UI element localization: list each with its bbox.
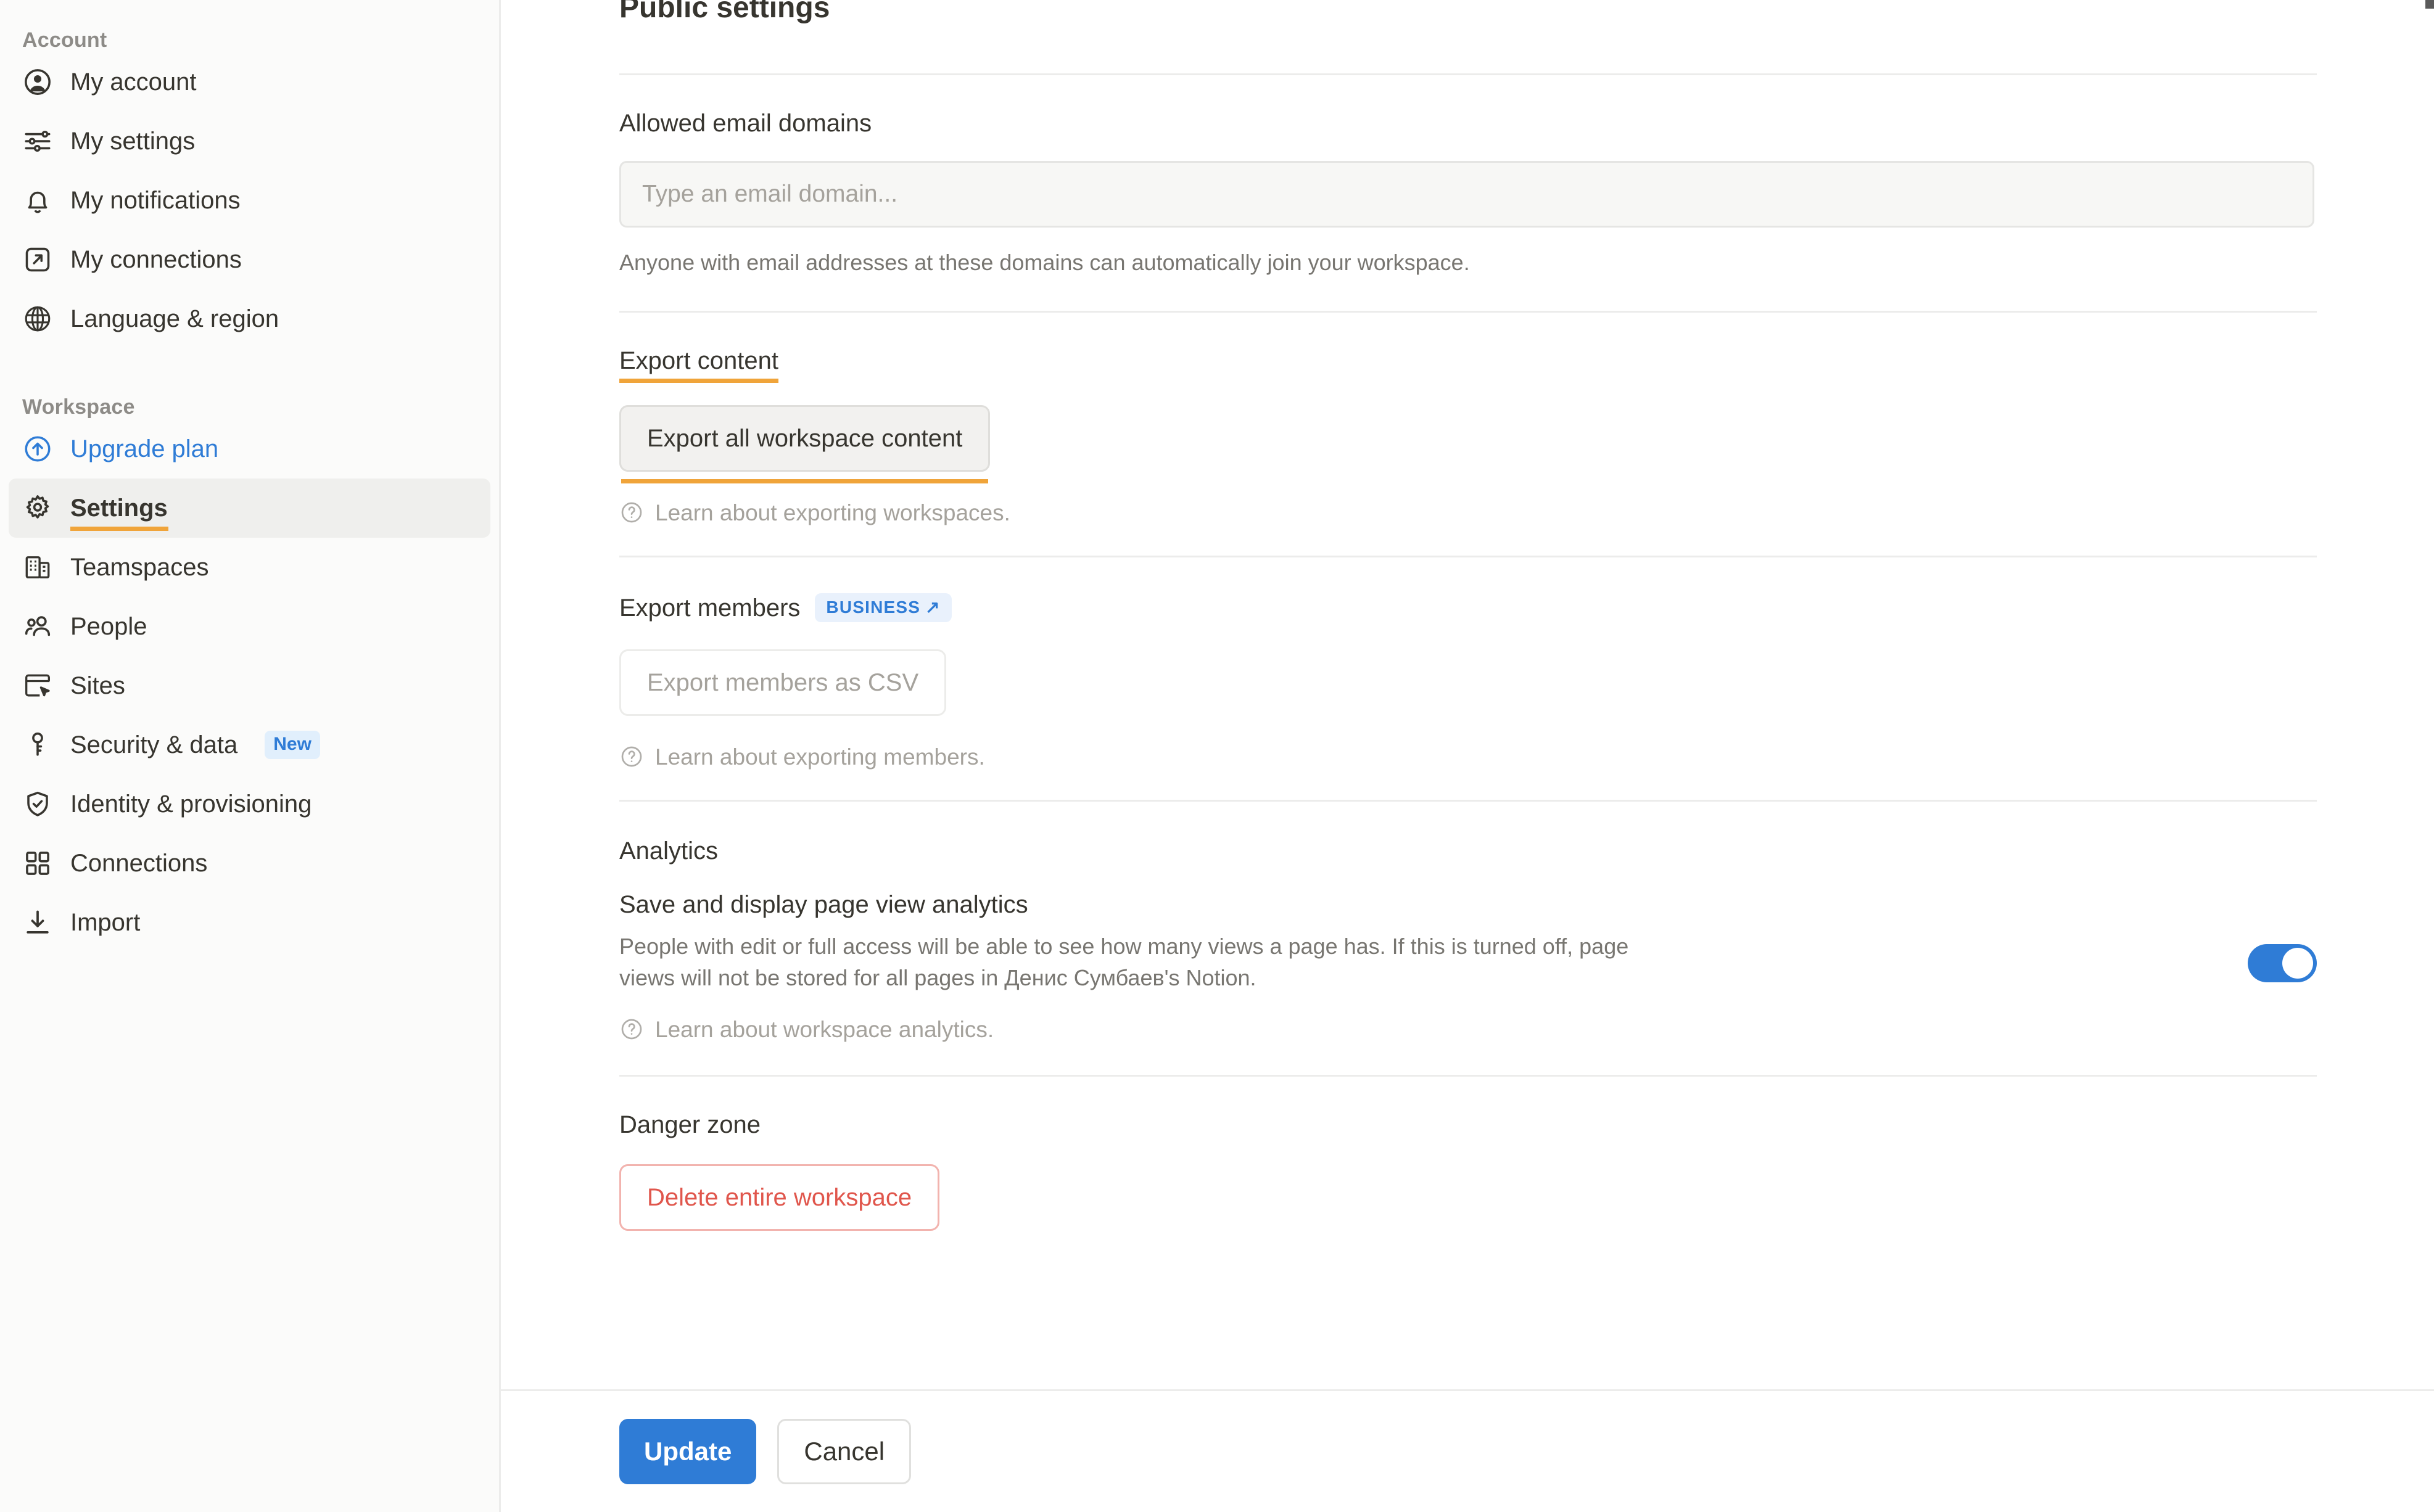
sidebar: Account My account My settings My notifi…: [0, 0, 501, 1512]
page-title: Public settings: [619, 0, 830, 24]
sidebar-item-sites[interactable]: Sites: [9, 656, 490, 715]
export-all-workspace-content-button[interactable]: Export all workspace content: [619, 405, 991, 484]
gear-icon: [21, 491, 54, 525]
action-footer: Update Cancel: [501, 1389, 2434, 1512]
sidebar-item-connections[interactable]: Connections: [9, 834, 490, 893]
browser-cursor-icon: [21, 669, 54, 702]
sidebar-item-label: People: [70, 613, 147, 640]
sidebar-item-label: Upgrade plan: [70, 435, 219, 462]
sidebar-group-label-workspace: Workspace: [22, 395, 135, 419]
toggle-knob: [2282, 948, 2313, 979]
sidebar-item-label: Sites: [70, 672, 125, 699]
update-button[interactable]: Update: [619, 1419, 757, 1484]
arrow-up-right-icon: ↗: [925, 598, 941, 617]
sidebar-item-label: My connections: [70, 246, 242, 273]
section-export-members: Export members BUSINESS ↗ Export members…: [619, 557, 2317, 769]
sidebar-item-people[interactable]: People: [9, 597, 490, 656]
sidebar-item-identity-provisioning[interactable]: Identity & provisioning: [9, 774, 490, 834]
sidebar-item-label: My notifications: [70, 187, 241, 214]
sidebar-item-label: My account: [70, 68, 197, 96]
export-members-as-csv-button[interactable]: Export members as CSV: [619, 649, 947, 717]
email-domain-input[interactable]: Type an email domain...: [619, 160, 2314, 228]
export-content-label: Export content: [619, 347, 778, 384]
sidebar-item-my-notifications[interactable]: My notifications: [9, 171, 490, 230]
analytics-label: Analytics: [619, 837, 719, 865]
external-link-box-icon: [21, 243, 54, 276]
analytics-toggle-title: Save and display page view analytics: [619, 891, 1028, 919]
email-domain-placeholder: Type an email domain...: [642, 180, 898, 207]
settings-page: Account My account My settings My notifi…: [0, 0, 2434, 1512]
building-icon: [21, 551, 54, 584]
download-arrow-icon: [21, 906, 54, 939]
learn-about-exporting-workspaces-link[interactable]: Learn about exporting workspaces.: [619, 500, 2317, 525]
user-circle-icon: [21, 65, 54, 99]
analytics-toggle-switch[interactable]: [2248, 944, 2317, 983]
globe-icon: [21, 302, 54, 335]
status-badge-new: New: [265, 731, 320, 759]
sidebar-item-my-settings[interactable]: My settings: [9, 112, 490, 171]
shield-check-icon: [21, 787, 54, 821]
section-danger-zone: Danger zone Delete entire workspace: [619, 1077, 2317, 1231]
allowed-domains-label: Allowed email domains: [619, 109, 872, 137]
sidebar-item-label: Language & region: [70, 305, 279, 332]
section-export-content: Export content Export all workspace cont…: [619, 313, 2317, 525]
sidebar-item-my-account[interactable]: My account: [9, 52, 490, 112]
export-members-header: Export members BUSINESS ↗: [619, 593, 2317, 623]
sidebar-item-settings[interactable]: Settings: [9, 479, 490, 538]
sidebar-item-upgrade-plan[interactable]: Upgrade plan: [9, 419, 490, 479]
cursor-artifact: [2425, 0, 2434, 9]
main-content: Public settings Allowed email domains Ty…: [501, 0, 2434, 1512]
allowed-domains-helper: Anyone with email addresses at these dom…: [619, 249, 1470, 275]
sidebar-item-label: Teamspaces: [70, 554, 209, 581]
sidebar-item-teamspaces[interactable]: Teamspaces: [9, 538, 490, 597]
question-circle-icon: [619, 500, 644, 525]
business-plan-badge-text: BUSINESS: [826, 598, 921, 617]
learn-about-exporting-members-link[interactable]: Learn about exporting members.: [619, 744, 2317, 769]
delete-entire-workspace-button[interactable]: Delete entire workspace: [619, 1164, 940, 1231]
section-analytics: Analytics Save and display page view ana…: [619, 802, 2317, 1042]
sidebar-item-my-connections[interactable]: My connections: [9, 230, 490, 289]
sidebar-group-label-account: Account: [22, 28, 107, 52]
learn-link-text: Learn about workspace analytics.: [655, 1016, 994, 1042]
bell-icon: [21, 184, 54, 217]
sidebar-item-security-data[interactable]: Security & data New: [9, 715, 490, 774]
sidebar-item-label: Security & data: [70, 731, 238, 758]
learn-link-text: Learn about exporting workspaces.: [655, 499, 1010, 525]
learn-link-text: Learn about exporting members.: [655, 744, 985, 770]
question-circle-icon: [619, 1017, 644, 1042]
cancel-button[interactable]: Cancel: [777, 1419, 912, 1484]
people-icon: [21, 610, 54, 643]
export-members-label: Export members: [619, 594, 801, 622]
arrow-up-circle-icon: [21, 432, 54, 466]
sidebar-item-label: Import: [70, 909, 141, 936]
analytics-toggle-description: People with edit or full access will be …: [619, 934, 1629, 991]
section-allowed-email-domains: Allowed email domains Type an email doma…: [619, 75, 2317, 278]
key-icon: [21, 728, 54, 762]
sidebar-item-label: Settings: [70, 495, 168, 531]
analytics-toggle-row: Save and display page view analytics Peo…: [619, 890, 2317, 993]
sidebar-item-language-region[interactable]: Language & region: [9, 289, 490, 348]
sidebar-item-import[interactable]: Import: [9, 893, 490, 952]
grid-squares-icon: [21, 847, 54, 880]
business-plan-badge[interactable]: BUSINESS ↗: [815, 593, 952, 623]
sidebar-item-label: My settings: [70, 128, 196, 155]
danger-zone-label: Danger zone: [619, 1111, 761, 1139]
sidebar-item-label: Connections: [70, 850, 208, 877]
sidebar-item-label: Identity & provisioning: [70, 791, 312, 818]
sliders-icon: [21, 125, 54, 158]
question-circle-icon: [619, 744, 644, 769]
learn-about-workspace-analytics-link[interactable]: Learn about workspace analytics.: [619, 1017, 2317, 1042]
